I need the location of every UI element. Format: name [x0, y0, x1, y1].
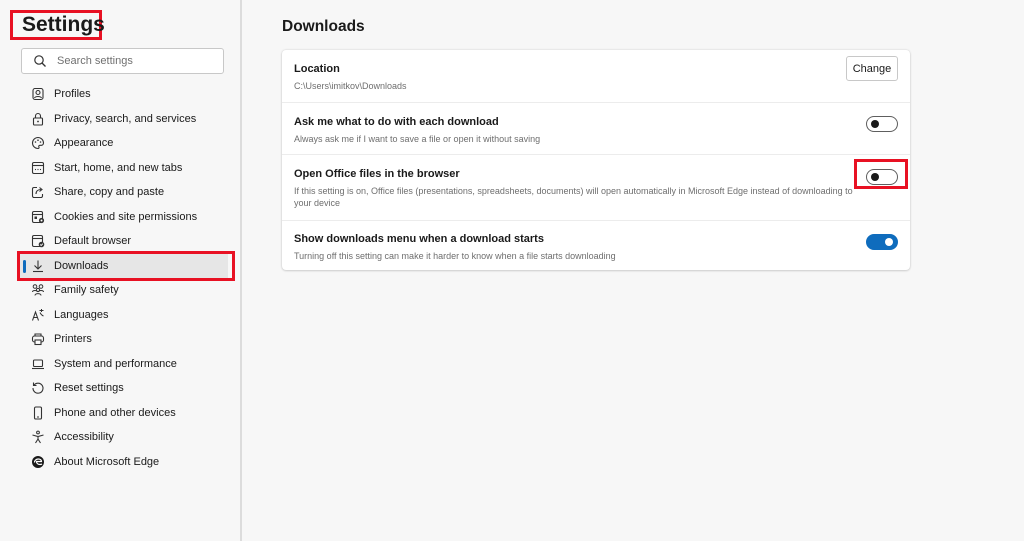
setting-row-office-files: Open Office files in the browser If this… [282, 155, 910, 221]
sidebar-item-cookies[interactable]: Cookies and site permissions [20, 205, 228, 230]
toggle-knob [871, 173, 879, 181]
sidebar-item-label: Downloads [54, 259, 109, 272]
setting-title: Ask me what to do with each download [294, 116, 499, 128]
setting-row-ask-download: Ask me what to do with each download Alw… [282, 103, 910, 155]
toggle-knob [871, 120, 879, 128]
sidebar-item-share[interactable]: Share, copy and paste [20, 180, 228, 205]
search-input[interactable] [57, 55, 207, 67]
accessibility-icon [31, 430, 45, 444]
home-tab-icon [31, 161, 45, 175]
setting-description: If this setting is on, Office files (pre… [294, 186, 853, 208]
sidebar-item-label: Profiles [54, 88, 91, 101]
sidebar-item-downloads[interactable]: Downloads [17, 250, 235, 281]
sidebar-item-languages[interactable]: Languages [20, 303, 228, 328]
phone-icon [31, 406, 45, 420]
sidebar-item-label: Start, home, and new tabs [54, 161, 183, 174]
sidebar-item-privacy[interactable]: Privacy, search, and services [20, 107, 228, 132]
settings-title: Settings [10, 10, 105, 40]
edge-logo-icon [31, 455, 45, 469]
profile-icon [31, 87, 45, 101]
reset-icon [31, 381, 45, 395]
setting-title: Open Office files in the browser [294, 168, 460, 180]
sidebar-item-label: Default browser [54, 235, 132, 248]
search-box[interactable] [21, 48, 224, 74]
downloads-menu-toggle[interactable] [866, 234, 898, 250]
sidebar-item-start-home[interactable]: Start, home, and new tabs [20, 156, 228, 181]
setting-row-downloads-menu: Show downloads menu when a download star… [282, 221, 910, 270]
lock-icon [31, 112, 45, 126]
sidebar-item-label: Cookies and site permissions [54, 210, 198, 223]
sidebar-item-label: Reset settings [54, 382, 124, 395]
location-row: Location C:\Users\imitkov\Downloads Chan… [282, 50, 910, 103]
sidebar-item-about[interactable]: About Microsoft Edge [20, 450, 228, 475]
search-icon [33, 54, 47, 68]
sidebar-item-printers[interactable]: Printers [20, 327, 228, 352]
sidebar-item-label: Printers [54, 333, 92, 346]
cookies-icon [31, 210, 45, 224]
palette-icon [31, 136, 45, 150]
family-icon [31, 283, 45, 297]
office-files-toggle[interactable] [866, 169, 898, 185]
sidebar-item-system[interactable]: System and performance [20, 352, 228, 377]
highlight-box [17, 250, 235, 281]
sidebar-item-default-browser[interactable]: Default browser [20, 229, 228, 254]
downloads-settings-card: Location C:\Users\imitkov\Downloads Chan… [282, 50, 910, 270]
change-location-button[interactable]: Change [846, 56, 898, 81]
location-path: C:\Users\imitkov\Downloads [294, 81, 407, 91]
sidebar-item-label: Phone and other devices [54, 406, 176, 419]
setting-description: Turning off this setting can make it har… [294, 251, 616, 261]
ask-download-toggle[interactable] [866, 116, 898, 132]
sidebar-item-label: Family safety [54, 284, 119, 297]
sidebar-item-label: System and performance [54, 357, 177, 370]
sidebar: Settings Profiles Privacy, search, and s… [0, 0, 242, 541]
toggle-knob [885, 238, 893, 246]
sidebar-item-label: Share, copy and paste [54, 186, 165, 199]
sidebar-nav: Profiles Privacy, search, and services A… [17, 82, 235, 475]
download-icon [31, 259, 45, 273]
laptop-icon [31, 357, 45, 371]
page-title: Downloads [282, 18, 365, 35]
location-title: Location [294, 63, 340, 75]
sidebar-item-phone[interactable]: Phone and other devices [20, 401, 228, 426]
sidebar-item-reset[interactable]: Reset settings [20, 376, 228, 401]
sidebar-item-profiles[interactable]: Profiles [20, 82, 228, 107]
sidebar-item-label: Accessibility [54, 431, 114, 444]
setting-description: Always ask me if I want to save a file o… [294, 134, 541, 144]
share-icon [31, 185, 45, 199]
default-browser-icon [31, 234, 45, 248]
setting-title: Show downloads menu when a download star… [294, 233, 544, 245]
sidebar-item-label: Appearance [54, 137, 114, 150]
sidebar-item-accessibility[interactable]: Accessibility [20, 425, 228, 450]
sidebar-item-label: Languages [54, 308, 109, 321]
printer-icon [31, 332, 45, 346]
languages-icon [31, 308, 45, 322]
sidebar-item-appearance[interactable]: Appearance [20, 131, 228, 156]
sidebar-item-label: About Microsoft Edge [54, 455, 160, 468]
sidebar-item-family-safety[interactable]: Family safety [20, 278, 228, 303]
sidebar-item-label: Privacy, search, and services [54, 112, 197, 125]
